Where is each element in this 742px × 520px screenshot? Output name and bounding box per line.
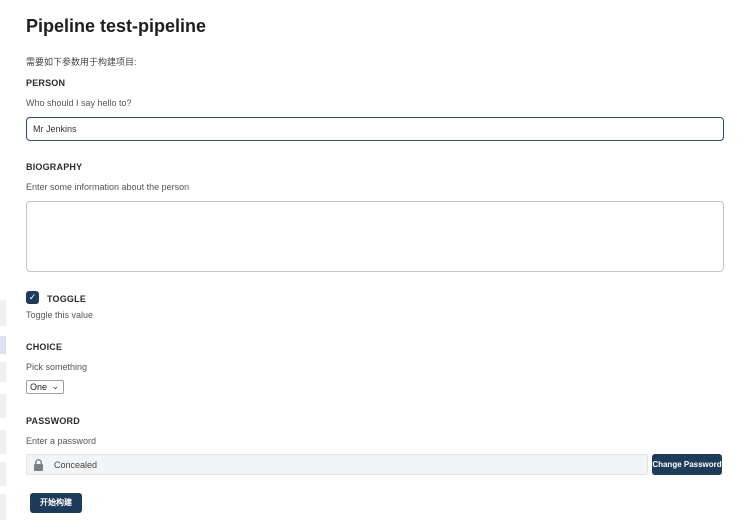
choice-selected-value: One: [30, 382, 48, 392]
check-icon: ✓: [28, 292, 37, 302]
sidebar-edge: [0, 300, 6, 326]
page-title: Pipeline test-pipeline: [26, 16, 207, 36]
sidebar-edge: [0, 462, 6, 486]
sidebar-edge: [0, 394, 6, 418]
password-concealed-text: Concealed: [54, 460, 98, 470]
choice-help: Pick something: [26, 362, 88, 372]
sidebar-edge: [0, 494, 6, 520]
toggle-checkbox[interactable]: ✓: [26, 291, 39, 304]
sidebar-edge-active: [0, 336, 6, 354]
password-help: Enter a password: [26, 436, 97, 446]
person-label: PERSON: [26, 78, 66, 88]
sidebar-edge: [0, 430, 6, 454]
password-field: Concealed: [26, 454, 648, 475]
chevron-down-icon: ⌄: [51, 381, 59, 391]
person-input[interactable]: [26, 117, 724, 141]
biography-label: BIOGRAPHY: [26, 162, 83, 172]
choice-select[interactable]: One ⌄: [26, 380, 64, 394]
lock-icon: [34, 459, 43, 471]
choice-label: CHOICE: [26, 342, 63, 352]
build-button[interactable]: 开始构建: [30, 493, 82, 513]
biography-help: Enter some information about the person: [26, 182, 190, 192]
toggle-label[interactable]: TOGGLE: [47, 294, 86, 304]
person-help: Who should I say hello to?: [26, 98, 132, 108]
toggle-help: Toggle this value: [26, 310, 94, 320]
biography-textarea[interactable]: [26, 201, 724, 272]
sidebar-edge: [0, 362, 6, 382]
change-password-button[interactable]: Change Password: [652, 454, 722, 475]
form-intro: 需要如下参数用于构建项目:: [26, 57, 137, 67]
password-label: PASSWORD: [26, 416, 80, 426]
